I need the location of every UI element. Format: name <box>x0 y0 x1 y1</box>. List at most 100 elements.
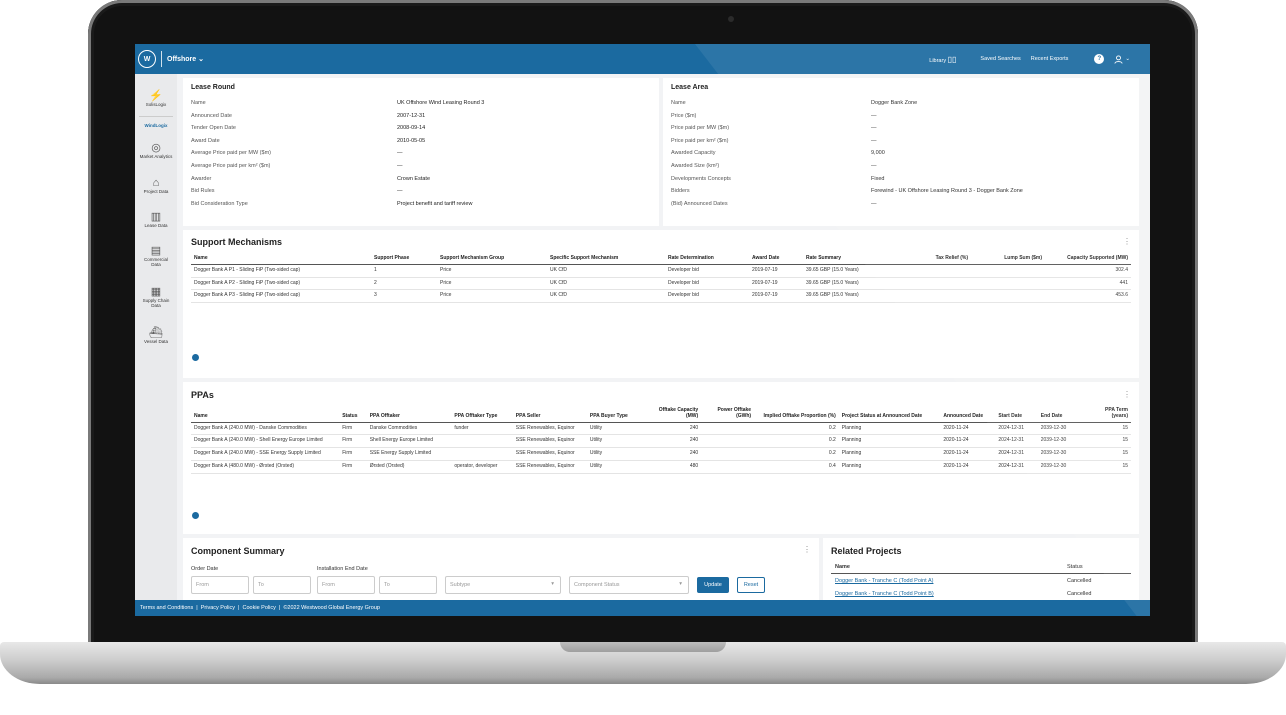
table-cell <box>971 289 1045 303</box>
table-row[interactable]: Dogger Bank A (240.0 MW) - Shell Energy … <box>191 434 1131 448</box>
table-cell: 453.6 <box>1045 289 1131 303</box>
column-header[interactable]: Support Mechanism Group <box>437 254 547 265</box>
lease-area-field-value: Dogger Bank Zone <box>871 100 918 106</box>
library-link[interactable]: Library ▯▯ <box>929 55 956 64</box>
related-project-link[interactable]: Dogger Bank - Tranche C (Todd Point A) <box>835 578 933 584</box>
column-header[interactable]: PPA Offtaker <box>366 406 452 423</box>
laptop-mockup: W Offshore ⌄ Library ▯▯ Saved Searches R… <box>0 0 1286 715</box>
lease-area-card: Lease Area Name Dogger Bank Zone Price ($m… <box>663 78 1139 226</box>
table-cell: Firm <box>339 460 367 474</box>
column-header[interactable]: Offtake Capacity (MW) <box>648 406 702 423</box>
install-end-from-input[interactable]: From <box>317 576 375 594</box>
column-header[interactable]: PPA Buyer Type <box>586 406 649 423</box>
info-icon[interactable] <box>192 512 199 519</box>
lease-area-title: Lease Area <box>671 84 709 91</box>
support-mechanisms-table: Name Support Phase Support Mechanism Group… <box>191 254 1131 303</box>
related-projects-card: Related Projects Name Status Dogger Bank… <box>823 538 1139 600</box>
column-header[interactable]: PPA Offtaker Type <box>451 406 513 423</box>
more-options-icon[interactable]: ⋮ <box>1123 237 1131 246</box>
update-button[interactable]: Update <box>697 577 729 593</box>
table-row[interactable]: Dogger Bank A (480.0 MW) - Ørsted (Orste… <box>191 460 1131 474</box>
column-header[interactable]: Rate Determination <box>665 254 749 265</box>
reset-button[interactable]: Reset <box>737 577 765 593</box>
column-header[interactable]: Capacity Supported (MW) <box>1045 254 1131 265</box>
recent-exports-link[interactable]: Recent Exports <box>1031 56 1069 62</box>
sidebar-item-supply-chain-data[interactable]: ▦ Supply Chain Data <box>135 277 177 319</box>
table-cell: Planning <box>838 422 941 436</box>
sidebar-item-windlogix[interactable]: WindLogix <box>135 119 177 133</box>
sidebar-item-project-data[interactable]: ⌂ Project Data <box>135 169 177 203</box>
subtype-select[interactable]: Subtype ▾ <box>445 576 561 594</box>
sidebar-item-solislogix[interactable]: ⚡ SolisLogix <box>135 84 177 114</box>
column-header[interactable]: Implied Offtake Proportion (%) <box>754 406 839 423</box>
column-header[interactable]: End Date <box>1037 406 1093 423</box>
order-date-to-input[interactable]: To <box>253 576 311 594</box>
lease-round-field-label: Announced Date <box>191 112 232 119</box>
table-row[interactable]: Dogger Bank A P1 - Sliding FiP (Two-side… <box>191 264 1131 278</box>
table-cell: SSE Renewables, Equinor <box>512 460 587 474</box>
sidebar-item-commercial-data[interactable]: ▤ Commercial Data <box>135 237 177 277</box>
column-header[interactable]: Name <box>191 406 340 423</box>
app-switcher[interactable]: Offshore ⌄ <box>167 55 204 63</box>
column-header[interactable]: Specific Support Mechanism <box>547 254 665 265</box>
column-header[interactable]: Power Offtake (GWh) <box>701 406 755 423</box>
table-cell: Dogger Bank A (480.0 MW) - Ørsted (Orste… <box>191 460 340 474</box>
lease-area-field-value: — <box>871 137 877 144</box>
table-cell: 2039-12-30 <box>1037 460 1093 474</box>
vessel-icon: ⛴ <box>149 326 163 339</box>
column-header[interactable]: Support Phase <box>371 254 437 265</box>
column-header[interactable]: Tax Relief (%) <box>909 254 971 265</box>
lease-area-field-label: Awarded Capacity <box>671 150 716 157</box>
sidebar-item-label: Project Data <box>143 188 169 194</box>
column-header[interactable]: Award Date <box>749 254 803 265</box>
component-status-select[interactable]: Component Status ▾ <box>569 576 689 594</box>
more-options-icon[interactable]: ⋮ <box>1123 390 1131 399</box>
help-icon[interactable]: ? <box>1094 54 1105 64</box>
table-row[interactable]: Dogger Bank A P2 - Sliding FiP (Two-side… <box>191 277 1131 291</box>
table-cell: 240 <box>648 447 702 461</box>
info-icon[interactable] <box>192 354 199 361</box>
sidebar-item-lease-data[interactable]: ▥ Lease Data <box>135 203 177 237</box>
table-header-row: Name Status PPA Offtaker PPA Offtaker Type P… <box>191 406 1131 423</box>
saved-searches-link[interactable]: Saved Searches <box>980 56 1020 62</box>
column-header[interactable]: PPA Term (years) <box>1092 406 1131 423</box>
column-header[interactable]: Project Status at Announced Date <box>838 406 941 423</box>
install-end-to-input[interactable]: To <box>379 576 437 594</box>
column-header[interactable]: PPA Seller <box>512 406 587 423</box>
document-icon: ▤ <box>150 245 162 258</box>
table-cell: 2024-12-31 <box>995 460 1038 474</box>
table-cell <box>451 447 513 461</box>
westwood-logo-icon[interactable]: W <box>138 50 156 68</box>
lease-round-field-label: Tender Open Date <box>191 125 236 132</box>
table-cell: 2019-07-19 <box>749 289 803 303</box>
column-header[interactable]: Lump Sum ($m) <box>971 254 1045 265</box>
lease-area-field-label: Price paid per MW ($m) <box>671 125 730 132</box>
table-row[interactable]: Dogger Bank A (240.0 MW) - SSE Energy Su… <box>191 447 1131 461</box>
table-cell: 441 <box>1045 277 1131 291</box>
table-cell: Planning <box>838 460 941 474</box>
table-cell: 2039-12-30 <box>1037 434 1093 448</box>
lease-area-field-label: Bidders <box>671 188 690 195</box>
footer-links[interactable]: Terms and Conditions | Privacy Policy | … <box>140 605 380 611</box>
column-header[interactable]: Status <box>339 406 367 423</box>
sidebar-item-vessel-data[interactable]: ⛴ Vessel Data <box>135 319 177 353</box>
column-header[interactable]: Rate Summary <box>803 254 909 265</box>
lease-round-field-value: 2008-09-14 <box>397 125 426 132</box>
more-options-icon[interactable]: ⋮ <box>803 545 811 554</box>
table-cell: 2039-12-30 <box>1037 447 1093 461</box>
order-date-from-input[interactable]: From <box>191 576 249 594</box>
related-projects-title: Related Projects <box>831 546 902 556</box>
user-menu[interactable]: ⌄ <box>1114 54 1130 64</box>
table-cell: 2 <box>371 277 437 291</box>
column-header[interactable]: Name <box>191 254 371 265</box>
table-cell: Shell Energy Europe Limited <box>366 434 452 448</box>
table-cell: Price <box>437 264 547 278</box>
related-project-status: Cancelled <box>1067 591 1092 597</box>
column-header[interactable]: Start Date <box>995 406 1038 423</box>
table-cell: 39.65 GBP (15.0 Years) <box>803 289 909 303</box>
sidebar-item-market-analytics[interactable]: ◎ Market Analytics <box>135 133 177 169</box>
column-header[interactable]: Announced Date <box>940 406 996 423</box>
related-project-link[interactable]: Dogger Bank - Tranche C (Todd Point B) <box>835 591 934 597</box>
table-row[interactable]: Dogger Bank A P3 - Sliding FiP (Two-side… <box>191 289 1131 303</box>
table-row[interactable]: Dogger Bank A (240.0 MW) - Danske Commod… <box>191 422 1131 436</box>
